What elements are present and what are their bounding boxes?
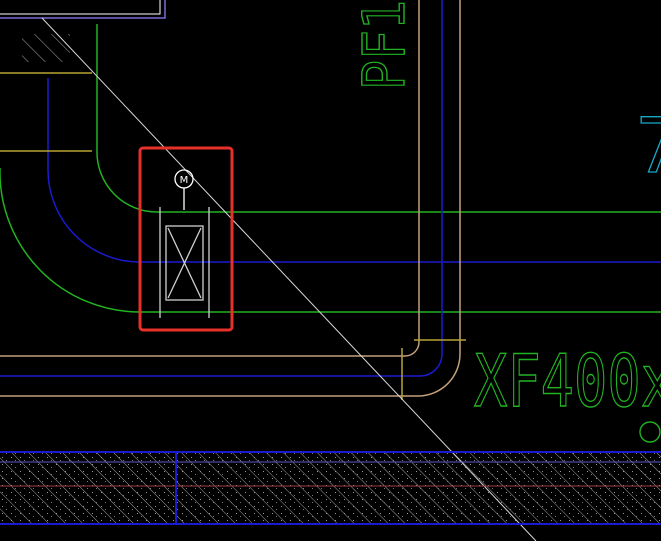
green-elbow-duct[interactable]: [0, 24, 661, 313]
motor-damper-symbol[interactable]: M: [159, 169, 210, 318]
hatched-block-small[interactable]: [22, 34, 70, 62]
duct-label-vertical[interactable]: PF1: [349, 0, 418, 91]
blue-duct-centerline[interactable]: [0, 0, 661, 377]
edge-digit-label[interactable]: 7: [635, 100, 661, 190]
motor-symbol-label: M: [180, 175, 189, 186]
small-green-circle: [639, 421, 661, 443]
hatched-floor-slab[interactable]: [0, 451, 661, 525]
top-left-frame[interactable]: [0, 0, 166, 19]
duct-label-horizontal[interactable]: XF400x: [473, 338, 661, 423]
cad-drawing-canvas[interactable]: M PF1 XF400x 7: [0, 0, 661, 541]
